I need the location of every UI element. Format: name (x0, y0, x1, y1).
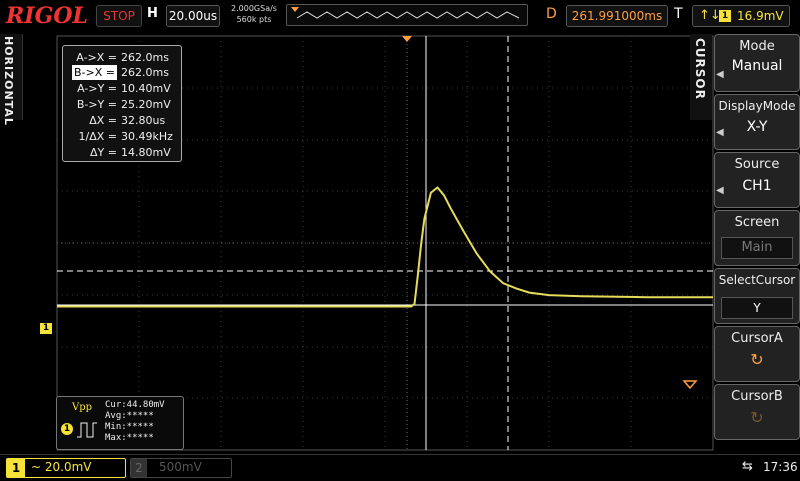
ch1-scale: ~ 20.0mV (31, 460, 92, 474)
menu-cursora-title: CursorA (731, 331, 783, 346)
menu-screen-value: Main (721, 237, 793, 259)
menu-displaymode-button[interactable]: DisplayMode ◀ X-Y (714, 94, 800, 150)
rotate-knob-icon: ↻ (750, 408, 764, 427)
menu-mode-title: Mode (739, 39, 775, 54)
menu-source-title: Source (734, 157, 780, 172)
ch1-offset-marker[interactable]: 1 (40, 323, 52, 334)
menu-cursorb-button[interactable]: CursorB ↻ (714, 384, 800, 440)
menu-source-value: CH1 (742, 178, 772, 194)
trigger-level-marker-icon (682, 380, 698, 390)
cursor-row: A->X = 262.0ms (76, 51, 169, 64)
ch2-scale: 500mV (159, 460, 202, 474)
menu-mode-value: Manual (731, 58, 783, 74)
measure-current: Cur:44.80mV (105, 400, 165, 410)
menu-source-button[interactable]: Source ◀ CH1 (714, 152, 800, 208)
cursor-row: B->X = 262.0ms (72, 65, 169, 80)
cursor-row: B->Y = 25.20mV (76, 98, 171, 111)
menu-cursora-button[interactable]: CursorA ↻ (714, 326, 800, 382)
arrow-left-icon: ◀ (716, 69, 724, 80)
menu-selectcursor-title: SelectCursor (718, 273, 796, 287)
cursor-row: ΔY = 14.80mV (90, 146, 171, 159)
menu-selectcursor-value: Y (721, 297, 793, 319)
menu-screen-button[interactable]: Screen Main (714, 210, 800, 266)
rotate-knob-icon: ↻ (750, 350, 764, 369)
cursor-menu-title: CURSOR (693, 38, 707, 100)
clock: 17:36 (763, 460, 798, 474)
measure-source-badge: 1 (61, 423, 73, 435)
measurement-panel[interactable]: Vpp 1 Cur:44.80mV Avg:***** Min:***** Ma… (56, 396, 184, 450)
measure-minimum: Min:***** (105, 422, 154, 432)
usb-icon: ⇆ (742, 459, 753, 474)
trigger-time-marker-icon (402, 36, 412, 42)
arrow-left-icon: ◀ (716, 185, 724, 196)
measure-average: Avg:***** (105, 411, 154, 421)
arrow-left-icon: ◀ (716, 127, 724, 138)
menu-cursorb-title: CursorB (731, 389, 783, 404)
cursor-readout-panel: A->X = 262.0ms B->X = 262.0ms A->Y = 10.40m… (62, 45, 182, 162)
ch2-scale-box[interactable]: 2 500mV (130, 458, 232, 478)
cursor-row: A->Y = 10.40mV (77, 82, 171, 95)
ch1-number: 1 (7, 459, 25, 477)
cursor-row: ΔX = 32.80us (89, 114, 166, 127)
cursor-menu-tab[interactable]: CURSOR (690, 34, 712, 120)
ch2-number: 2 (131, 459, 147, 477)
menu-screen-title: Screen (734, 215, 780, 230)
measure-type-label: Vpp (72, 402, 93, 413)
menu-displaymode-title: DisplayMode (718, 99, 796, 113)
measure-maximum: Max:***** (105, 433, 154, 443)
cursor-row: 1/ΔX = 30.49kHz (78, 130, 173, 143)
menu-selectcursor-button[interactable]: SelectCursor Y (714, 268, 800, 324)
menu-mode-button[interactable]: Mode ◀ Manual (714, 34, 800, 92)
ch1-scale-box[interactable]: 1 ~ 20.0mV (6, 458, 126, 478)
menu-displaymode-value: X-Y (746, 119, 768, 135)
vpp-pulse-icon (77, 422, 97, 438)
